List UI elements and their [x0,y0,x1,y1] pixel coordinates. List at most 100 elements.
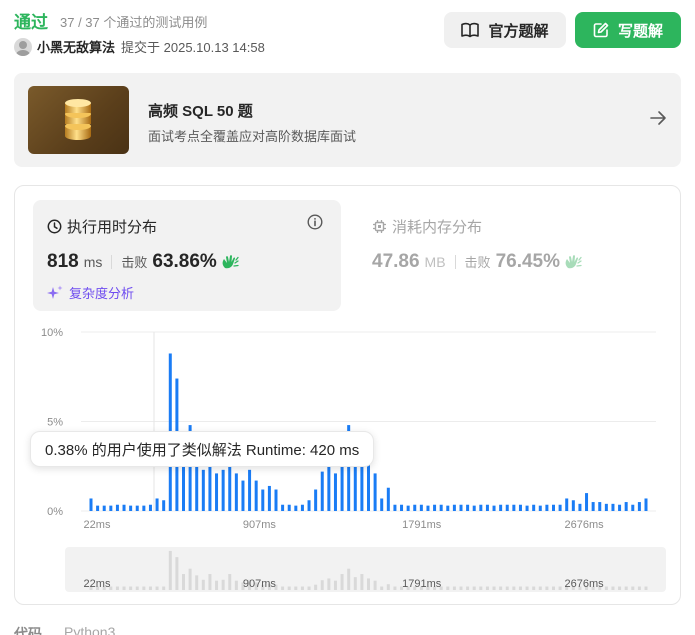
chart-bar [254,480,258,511]
chart-bar [631,504,635,511]
chart-bar [485,504,489,511]
code-language[interactable]: Python3 [64,624,115,635]
chart-bar [274,489,278,511]
overview-bar [485,586,489,590]
chart-bar [446,505,450,511]
info-icon[interactable] [307,214,323,230]
chart-bar [142,505,146,511]
chart-bar [499,504,503,511]
chart-bar [538,505,542,511]
chart-bar [122,504,126,511]
banner-title: 高频 SQL 50 题 [148,103,253,120]
runtime-panel[interactable]: 执行用时分布 818 ms 击败 63.86% 复杂度分析 [33,200,341,311]
chart-bar [135,505,139,511]
runtime-beat-percent: 63.86% [152,251,217,272]
overview-bar [538,586,542,590]
chart-bar [585,493,589,511]
overview-bar [129,586,133,590]
study-plan-banner[interactable]: 高频 SQL 50 题 面试考点全覆盖应对高阶数据库面试 [14,73,681,167]
avatar[interactable] [14,37,32,56]
overview-bar [168,550,172,590]
chart-bar [637,502,641,511]
overview-bar [466,586,470,590]
chart-bar [578,503,582,511]
overview-bar [294,586,298,590]
overview-bar [644,586,648,590]
overview-bar [307,586,311,590]
complexity-analysis-link[interactable]: 复杂度分析 [47,283,134,302]
chart-bar [109,505,113,511]
chart-bar [102,505,106,511]
chart-bar [466,504,470,511]
clock-icon [47,219,62,234]
official-solution-button[interactable]: 官方题解 [444,12,566,48]
chart-bar [320,471,324,511]
overview-bar [175,557,179,590]
overview-bar [122,586,126,590]
overview-bar [479,586,483,590]
x-tick-label: 2676ms [565,519,605,531]
runtime-title: 执行用时分布 [47,216,157,237]
overview-bar [499,586,503,590]
overview-bar [558,586,562,590]
chart-bar [644,498,648,511]
chart-bar [426,505,430,511]
divider [454,255,456,269]
chart-bar [367,464,370,511]
chart-bar [380,498,384,511]
chart-bar [215,473,219,511]
chart-bar [281,504,285,511]
chart-bar [393,504,397,511]
overview-bar [208,574,212,590]
overview-bar [631,586,635,590]
chart-bar [413,504,417,511]
overview-tick-label: 907ms [243,578,277,590]
chart-bar [459,504,463,511]
chart-bar [155,498,159,511]
chart-bar [261,489,265,511]
overview-bar [320,580,324,590]
overview-bar [347,568,351,590]
overview-bar [155,586,159,590]
overview-bar [135,586,139,590]
author-row: 小黑无敌算法 提交于 2025.10.13 14:58 [14,37,265,56]
overview-bar [452,586,456,590]
chart-bar [327,464,331,511]
write-solution-button[interactable]: 写题解 [575,12,681,48]
chart-bar [373,473,377,511]
chart-bar [512,504,516,511]
overview-bar [393,586,397,590]
overview-bar [333,580,337,590]
book-icon [461,22,480,38]
chip-icon [373,220,386,233]
memory-title-label: 消耗内存分布 [392,219,483,236]
overview-bar [367,578,370,590]
chart-bar [433,504,437,511]
chart-bar [314,489,318,511]
overview-tick-label: 22ms [84,578,111,590]
overview-bar [142,586,146,590]
overview-bar [188,568,192,590]
chart-bar [148,504,152,511]
arrow-right-icon[interactable] [649,110,667,126]
result-card: 执行用时分布 818 ms 击败 63.86% 复杂度分析 消耗内存分布 47.… [14,185,681,605]
y-tick-label: 5% [47,417,63,429]
overview-bar [115,586,119,590]
chart-bar [267,485,271,511]
chart-tooltip: 0.38% 的用户使用了类似解法 Runtime: 420 ms [30,431,375,467]
overview-bar [360,574,364,590]
overview-bar [221,579,225,590]
memory-panel[interactable]: 消耗内存分布 47.86 MB 击败 76.45% [358,200,658,311]
chart-bar [89,498,93,511]
banner-subtitle: 面试考点全覆盖应对高阶数据库面试 [148,129,357,144]
memory-beat-percent: 76.45% [495,251,561,272]
chart-bar [618,504,622,511]
status-label: 通过 [14,13,48,32]
overview-bar [182,574,185,590]
overview-bar [228,574,232,590]
chart-bar [492,505,496,511]
chart-bar [518,504,522,511]
overview-bar [373,580,377,590]
author-name[interactable]: 小黑无敌算法 [37,37,115,56]
overview-bar [505,586,509,590]
